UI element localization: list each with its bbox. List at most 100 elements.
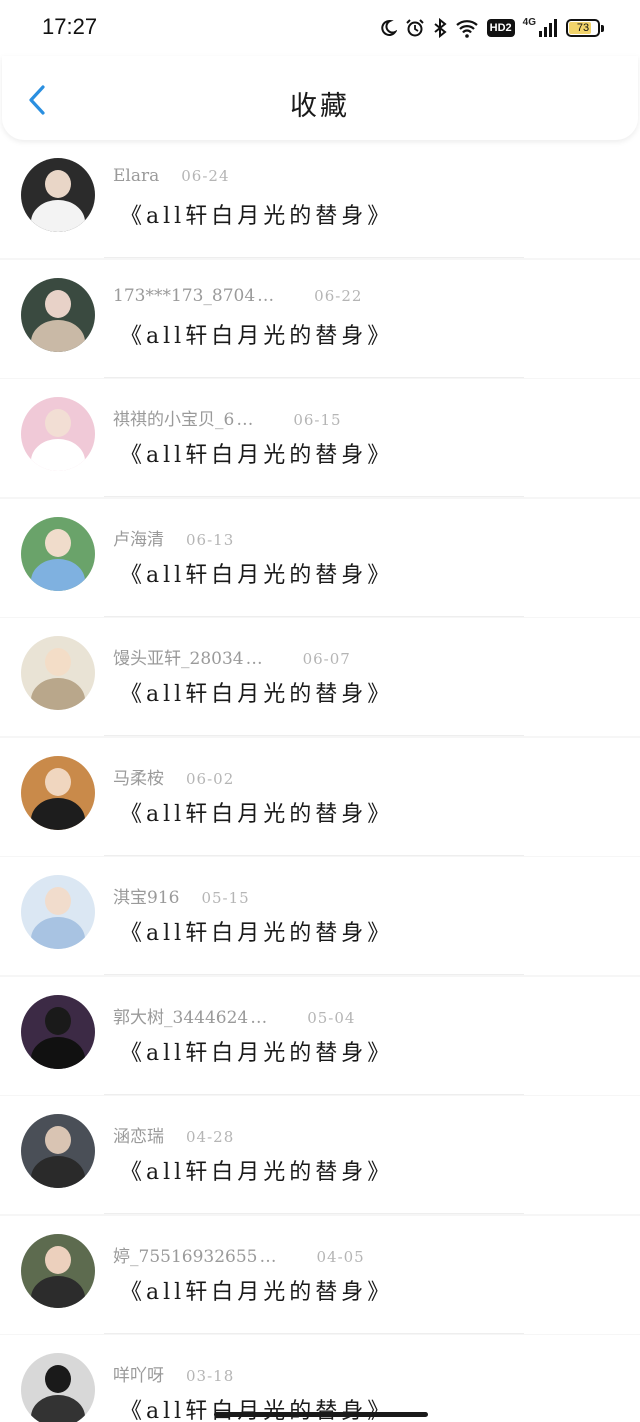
avatar-head-shape (45, 409, 71, 437)
status-icons: HD2 4G 73 (379, 16, 604, 40)
avatar-head-shape (45, 1006, 71, 1035)
home-indicator[interactable] (214, 1412, 428, 1417)
avatar-head-shape (45, 767, 71, 796)
user-name[interactable]: Elara (113, 166, 159, 186)
post-date: 05-15 (201, 889, 250, 907)
item-title[interactable]: 《all轩白月光的替身》 (120, 1274, 393, 1306)
signal-icon (538, 18, 558, 38)
list-item[interactable]: 咩吖呀 03-18 《all轩白月光的替身》 (0, 1335, 640, 1422)
avatar[interactable] (21, 516, 95, 591)
avatar[interactable] (21, 636, 95, 710)
battery-icon: 73 (566, 19, 604, 37)
hd-badge: HD2 (486, 19, 515, 37)
moon-icon (379, 19, 397, 37)
item-meta: 涵恋瑞 04-28 (113, 1122, 234, 1148)
avatar-head-shape (45, 1245, 71, 1274)
user-name[interactable]: 咩吖呀 (113, 1361, 164, 1386)
user-name[interactable]: 婷_75516932655 (113, 1242, 257, 1267)
divider (104, 1213, 524, 1214)
list-item[interactable]: 涵恋瑞 04-28 《all轩白月光的替身》 (0, 1096, 640, 1214)
list-item[interactable]: 祺祺的小宝贝_6… 06-15 《all轩白月光的替身》 (0, 379, 640, 497)
avatar-head-shape (45, 1126, 71, 1154)
post-date: 05-04 (307, 1008, 356, 1027)
list-item[interactable]: 婷_75516932655… 04-05 《all轩白月光的替身》 (0, 1215, 640, 1334)
list-item[interactable]: Elara 06-24 《all轩白月光的替身》 (0, 140, 640, 258)
favorites-list: Elara 06-24 《all轩白月光的替身》 173***173_8704… 06-… (0, 140, 640, 1422)
list-item[interactable]: 郭大树_3444624… 05-04 《all轩白月光的替身》 (0, 976, 640, 1095)
user-name[interactable]: 淇宝916 (113, 883, 179, 908)
list-item[interactable]: 卢海清 06-13 《all轩白月光的替身》 (0, 498, 640, 617)
item-title[interactable]: 《all轩白月光的替身》 (120, 1035, 393, 1067)
user-name[interactable]: 卢海清 (113, 525, 164, 550)
avatar[interactable] (21, 397, 95, 471)
item-title[interactable]: 《all轩白月光的替身》 (120, 437, 393, 469)
avatar-body-shape (31, 319, 85, 352)
avatar[interactable] (21, 1114, 95, 1188)
divider (104, 615, 524, 617)
avatar-body-shape (31, 439, 85, 471)
name-ellipsis: … (236, 410, 254, 430)
avatar-body-shape (31, 678, 85, 710)
item-meta: 婷_75516932655… 04-05 (113, 1242, 365, 1268)
post-date: 04-05 (316, 1247, 365, 1266)
item-title[interactable]: 《all轩白月光的替身》 (120, 557, 393, 589)
item-meta: 卢海清 06-13 (113, 525, 234, 551)
avatar-body-shape (31, 1395, 85, 1422)
post-date: 06-13 (186, 530, 235, 549)
list-item[interactable]: 淇宝916 05-15 《all轩白月光的替身》 (0, 857, 640, 975)
item-title[interactable]: 《all轩白月光的替身》 (120, 318, 393, 350)
list-item[interactable]: 173***173_8704… 06-22 《all轩白月光的替身》 (0, 259, 640, 378)
avatar-body-shape (31, 1036, 85, 1069)
status-time: 17:27 (42, 14, 98, 39)
item-title[interactable]: 《all轩白月光的替身》 (120, 198, 393, 230)
user-name[interactable]: 涵恋瑞 (113, 1122, 164, 1147)
post-date: 03-18 (186, 1367, 235, 1385)
item-meta: Elara 06-24 (113, 166, 230, 192)
avatar-head-shape (45, 289, 71, 318)
name-ellipsis: … (259, 1246, 277, 1267)
item-title[interactable]: 《all轩白月光的替身》 (120, 1393, 393, 1422)
avatar[interactable] (21, 1233, 95, 1308)
avatar-head-shape (45, 1365, 71, 1393)
user-name[interactable]: 祺祺的小宝贝_6 (113, 405, 234, 430)
item-title[interactable]: 《all轩白月光的替身》 (120, 1154, 393, 1186)
item-meta: 淇宝916 05-15 (113, 883, 250, 909)
avatar-body-shape (31, 917, 85, 949)
user-name[interactable]: 郭大树_3444624 (113, 1003, 248, 1028)
divider (104, 735, 524, 736)
divider (104, 854, 524, 856)
divider (104, 974, 524, 975)
divider (104, 1093, 524, 1095)
avatar-body-shape (31, 1275, 85, 1308)
divider (104, 496, 524, 497)
avatar[interactable] (21, 994, 95, 1069)
post-date: 06-15 (293, 411, 342, 429)
name-ellipsis: … (257, 285, 275, 306)
divider (104, 1332, 524, 1334)
bluetooth-icon (433, 18, 447, 38)
divider (104, 257, 524, 258)
avatar[interactable] (21, 1353, 95, 1422)
avatar[interactable] (21, 158, 95, 232)
avatar[interactable] (21, 755, 95, 830)
name-ellipsis: … (245, 649, 263, 669)
user-name[interactable]: 馒头亚轩_28034 (113, 644, 244, 669)
item-title[interactable]: 《all轩白月光的替身》 (120, 915, 393, 947)
item-meta: 咩吖呀 03-18 (113, 1361, 234, 1387)
avatar-head-shape (45, 170, 71, 198)
avatar-body-shape (31, 200, 85, 232)
user-name[interactable]: 173***173_8704 (113, 286, 255, 306)
avatar[interactable] (21, 277, 95, 352)
item-meta: 郭大树_3444624… 05-04 (113, 1003, 355, 1029)
user-name[interactable]: 马柔桉 (113, 764, 164, 789)
avatar[interactable] (21, 875, 95, 949)
header-bar: 收藏 (2, 56, 638, 140)
list-item[interactable]: 馒头亚轩_28034… 06-07 《all轩白月光的替身》 (0, 618, 640, 736)
item-meta: 祺祺的小宝贝_6… 06-15 (113, 405, 342, 431)
post-date: 06-02 (186, 769, 235, 788)
avatar-body-shape (31, 1156, 85, 1188)
item-title[interactable]: 《all轩白月光的替身》 (120, 796, 393, 828)
list-item[interactable]: 马柔桉 06-02 《all轩白月光的替身》 (0, 737, 640, 856)
item-title[interactable]: 《all轩白月光的替身》 (120, 676, 393, 708)
avatar-head-shape (45, 648, 71, 676)
